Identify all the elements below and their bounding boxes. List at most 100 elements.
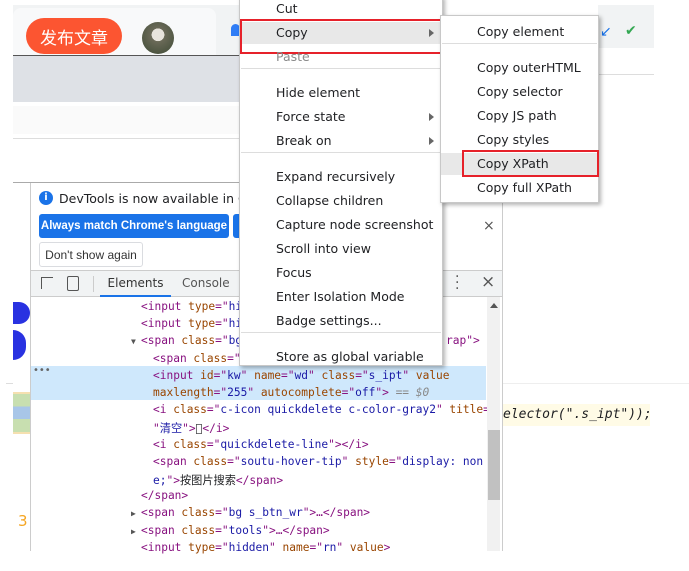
- menu-item-force-state[interactable]: Force state: [276, 109, 345, 124]
- menu-separator: [442, 43, 597, 44]
- tab-console[interactable]: Console: [182, 276, 230, 290]
- menu-item-badge-settings[interactable]: Badge settings...: [276, 313, 382, 328]
- scrollbar-thumb[interactable]: [488, 430, 500, 500]
- dont-show-again-button[interactable]: Don't show again: [39, 242, 143, 267]
- code-token: autocomplete: [260, 386, 342, 399]
- menu-item-capture-node-screenshot[interactable]: Capture node screenshot: [276, 217, 433, 232]
- code-token: ": [153, 422, 160, 436]
- code-line[interactable]: ▼ <span class="bg: [131, 334, 242, 348]
- menu-item-paste[interactable]: Paste: [276, 49, 310, 64]
- code-token: ">: [166, 474, 180, 487]
- code-token: =": [206, 437, 221, 451]
- expand-triangle-closed-icon[interactable]: ▶: [131, 527, 136, 536]
- code-token: ": [269, 540, 283, 554]
- divider: [93, 276, 94, 292]
- code-token: <i: [153, 437, 174, 451]
- code-token: wd: [294, 368, 309, 382]
- code-token: ">…</span>: [262, 523, 330, 537]
- code-line[interactable]: <input type="hidden" name="rn" value>: [141, 541, 390, 554]
- code-line[interactable]: maxlength="255" autocomplete="off"> == $…: [153, 386, 429, 399]
- code-line[interactable]: <i class="quickdelete-line"></i>: [153, 438, 369, 451]
- code-line[interactable]: e;">按图片搜索</span>: [153, 472, 283, 488]
- scrollbar-track[interactable]: [487, 297, 500, 551]
- code-token: style: [355, 454, 389, 468]
- code-line[interactable]: <i class="c-icon quickdelete c-color-gra…: [153, 403, 490, 416]
- expand-triangle-closed-icon[interactable]: ▶: [131, 509, 136, 518]
- always-match-language-button[interactable]: Always match Chrome's language: [39, 214, 229, 238]
- close-infobar-icon[interactable]: ×: [483, 218, 495, 234]
- menu-item-hide-element[interactable]: Hide element: [276, 85, 360, 100]
- menu-item-scroll-into-view[interactable]: Scroll into view: [276, 241, 371, 256]
- highlight-box: [240, 19, 444, 54]
- code-token: rn: [322, 540, 337, 554]
- publish-article-button[interactable]: 发布文章: [26, 18, 122, 54]
- code-token: =": [355, 368, 369, 382]
- device-toolbar-icon[interactable]: [67, 276, 79, 291]
- code-line[interactable]: ▶ <span class="bg s_btn_wr">…</span>: [131, 506, 370, 520]
- close-devtools-icon[interactable]: ×: [481, 272, 495, 292]
- menu-item-copy-selector[interactable]: Copy selector: [477, 84, 563, 99]
- menu-item-enter-isolation-mode[interactable]: Enter Isolation Mode: [276, 289, 404, 304]
- menu-item-copy-outerhtml[interactable]: Copy outerHTML: [477, 60, 581, 75]
- menu-item-cut[interactable]: Cut: [276, 1, 298, 16]
- arrow-down-left-icon[interactable]: ↙: [600, 24, 612, 40]
- code-token: <span: [141, 334, 182, 348]
- divider: [598, 74, 654, 75]
- menu-item-store-as-global-variable[interactable]: Store as global variable: [276, 349, 424, 364]
- tab-elements[interactable]: Elements: [100, 276, 171, 297]
- divider: [13, 138, 240, 139]
- more-options-icon[interactable]: · · ·: [455, 270, 459, 296]
- code-token: value: [349, 540, 384, 554]
- code-token: ">: [375, 386, 389, 399]
- menu-item-copy-xpath[interactable]: Copy XPath: [477, 156, 549, 171]
- code-token: class: [181, 523, 216, 537]
- scroll-up-icon[interactable]: [490, 303, 498, 308]
- code-token: id: [200, 368, 214, 382]
- code-token: =": [215, 317, 229, 331]
- code-token: </span>: [141, 489, 189, 503]
- code-token: s_ipt: [368, 368, 403, 382]
- menu-item-collapse-children[interactable]: Collapse children: [276, 193, 383, 208]
- page-number: 3: [18, 512, 28, 530]
- menu-item-copy[interactable]: Copy: [276, 25, 308, 40]
- code-token: <input: [153, 368, 201, 382]
- code-token: type: [188, 317, 216, 331]
- code-token: =": [388, 454, 403, 468]
- menu-item-break-on[interactable]: Break on: [276, 133, 332, 148]
- menu-item-copy-styles[interactable]: Copy styles: [477, 132, 549, 147]
- code-token: ": [240, 368, 255, 382]
- menu-item-focus[interactable]: Focus: [276, 265, 312, 280]
- code-line[interactable]: <span class="soutu-hover-tip" style="dis…: [153, 455, 483, 468]
- menu-item-expand-recursively[interactable]: Expand recursively: [276, 169, 395, 184]
- code-token: =": [215, 540, 229, 554]
- code-token: title: [449, 403, 484, 417]
- code-token: <span: [141, 523, 182, 537]
- menu-item-copy-full-xpath[interactable]: Copy full XPath: [477, 180, 572, 195]
- check-icon[interactable]: ✔: [625, 23, 637, 39]
- code-line[interactable]: <input id="kw" name="wd" class="s_ipt" v…: [153, 369, 450, 382]
- code-line[interactable]: "清空"></i>: [153, 420, 229, 436]
- code-token: display: non: [402, 454, 484, 468]
- menu-item-copy-element[interactable]: Copy element: [477, 24, 564, 39]
- code-token: class: [193, 351, 228, 365]
- row-ellipsis[interactable]: •••: [33, 365, 51, 376]
- code-line[interactable]: <input type="hi: [141, 317, 242, 330]
- code-line[interactable]: </span>: [141, 489, 188, 502]
- code-token: 清空: [159, 422, 183, 436]
- avatar[interactable]: [142, 22, 174, 54]
- code-token: <input: [141, 540, 189, 554]
- code-token: =": [215, 506, 229, 520]
- expand-triangle-open-icon[interactable]: ▼: [131, 337, 136, 346]
- code-line[interactable]: ▶ <span class="tools">…</span>: [131, 523, 330, 537]
- menu-item-copy-js-path[interactable]: Copy JS path: [477, 108, 557, 123]
- code-token: soutu-hover-tip: [240, 454, 342, 468]
- page-logo-shape: [13, 302, 30, 324]
- code-token: <i: [153, 403, 174, 417]
- inspect-element-icon[interactable]: [41, 277, 53, 289]
- code-token: type: [188, 540, 216, 554]
- context-menu: Cut Copy Paste Hide element Force state Break…: [239, 0, 444, 366]
- page-logo-shape: [13, 330, 26, 360]
- code-token: c-icon quickdelete c-color-gray2: [220, 403, 436, 417]
- code-line[interactable]: <span class=": [153, 352, 241, 365]
- code-line[interactable]: <input type="hi: [141, 300, 242, 313]
